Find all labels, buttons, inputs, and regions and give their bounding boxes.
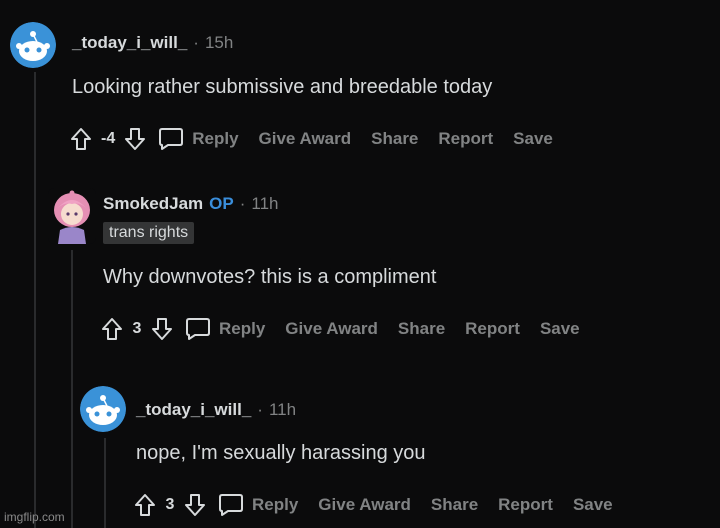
speech-bubble-icon[interactable] [158,127,184,151]
report-button[interactable]: Report [465,319,520,339]
separator-dot: · [257,400,263,419]
give-award-button[interactable]: Give Award [259,129,352,149]
reply-button[interactable]: Reply [219,319,265,339]
comment-actions: 3 Reply Give Award Share Report Save [134,493,613,517]
reddit-snoo-icon [80,386,126,432]
save-button[interactable]: Save [513,129,553,149]
timestamp[interactable]: 11h [269,400,296,420]
separator-dot: · [239,194,246,213]
vote-score: 3 [132,320,142,337]
share-button[interactable]: Share [398,319,445,339]
avatar[interactable] [80,386,126,432]
timestamp[interactable]: 11h [251,194,278,214]
comment-body: Why downvotes? this is a compliment [103,266,437,288]
upvote-arrow-icon[interactable] [101,317,123,341]
timestamp[interactable]: 15h [205,33,233,53]
vote-score: -4 [101,130,116,147]
speech-bubble-icon[interactable] [218,493,244,517]
share-button[interactable]: Share [371,129,418,149]
share-button[interactable]: Share [431,495,478,515]
thread-line-1[interactable] [34,72,36,528]
separator-dot: · [193,33,199,52]
reddit-snoo-icon [10,22,56,68]
reply-button[interactable]: Reply [192,129,238,149]
comment-actions: 3 Reply Give Award Share Report Save [101,317,580,341]
user-flair: trans rights [103,222,195,244]
comment-actions: -4 Reply Give Award Share Report Save [70,127,553,151]
speech-bubble-icon[interactable] [185,317,211,341]
upvote-arrow-icon[interactable] [134,493,156,517]
watermark: imgflip.com [4,510,65,524]
pink-hair-avatar-icon [48,188,96,244]
save-button[interactable]: Save [540,319,580,339]
give-award-button[interactable]: Give Award [318,495,411,515]
username[interactable]: _today_i_will_ [72,33,187,53]
vote-score: 3 [165,496,175,513]
comment-meta: _today_i_will_ · 15h [72,33,233,53]
upvote-arrow-icon[interactable] [70,127,92,151]
avatar[interactable] [10,22,56,68]
save-button[interactable]: Save [573,495,613,515]
report-button[interactable]: Report [498,495,553,515]
avatar[interactable] [48,188,96,244]
reply-button[interactable]: Reply [252,495,298,515]
username[interactable]: SmokedJam [103,194,203,214]
thread-line-2[interactable] [71,250,73,528]
comment-meta: SmokedJam OP · 11h [103,194,279,214]
comment-meta: _today_i_will_ · 11h [136,400,296,420]
downvote-arrow-icon[interactable] [184,493,206,517]
username[interactable]: _today_i_will_ [136,400,251,420]
give-award-button[interactable]: Give Award [285,319,378,339]
thread-line-3[interactable] [104,438,106,528]
report-button[interactable]: Report [438,129,493,149]
op-badge: OP [209,194,234,213]
downvote-arrow-icon[interactable] [124,127,146,151]
downvote-arrow-icon[interactable] [151,317,173,341]
comment-body: nope, I'm sexually harassing you [136,442,426,464]
comment-body: Looking rather submissive and breedable … [72,76,493,98]
